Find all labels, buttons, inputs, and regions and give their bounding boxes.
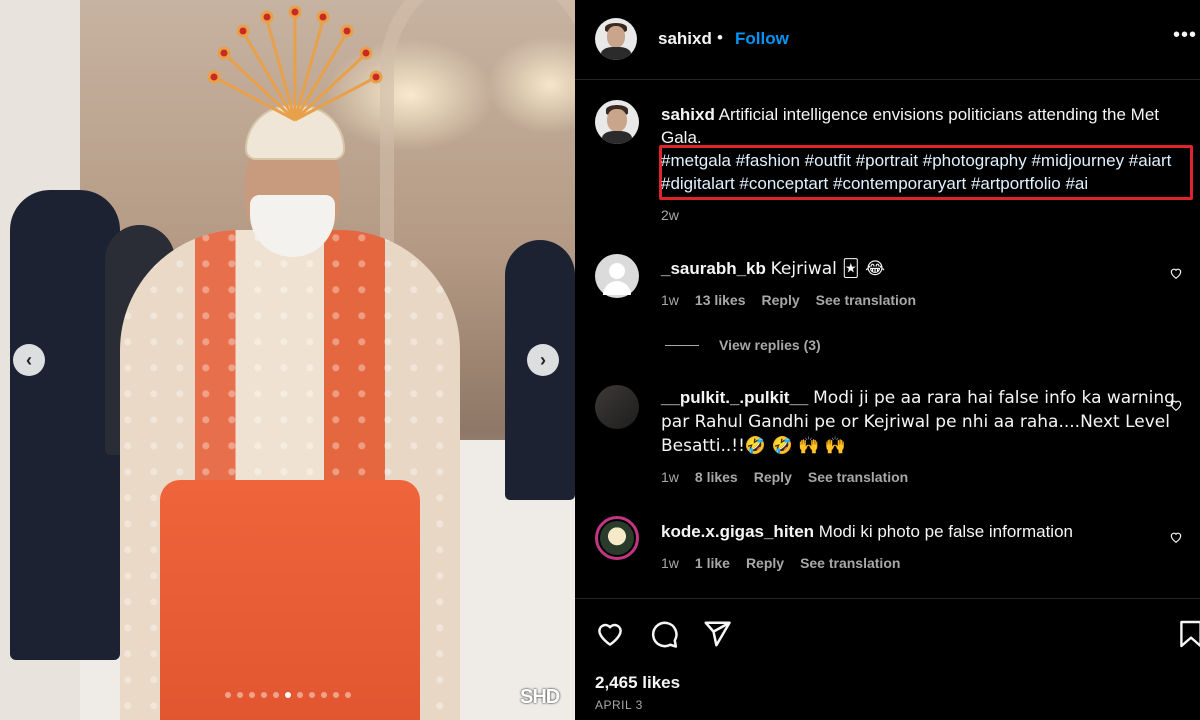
comment-body: Kejriwal 🃏 😂 — [770, 259, 885, 279]
view-replies-label: View replies (3) — [719, 337, 821, 353]
action-bar — [575, 598, 1200, 720]
comment-time[interactable]: 1w — [661, 555, 679, 571]
carousel-dot — [333, 692, 339, 698]
carousel-dot — [261, 692, 267, 698]
chevron-left-icon: ‹ — [26, 349, 32, 370]
header-separator: • — [717, 28, 723, 47]
see-translation-button[interactable]: See translation — [816, 292, 916, 308]
comment-reply-button[interactable]: Reply — [762, 292, 800, 308]
carousel-dot — [345, 692, 351, 698]
carousel-dot — [237, 692, 243, 698]
chevron-right-icon: › — [540, 349, 546, 370]
comment-reply-button[interactable]: Reply — [754, 469, 792, 485]
comment-like-icon[interactable] — [1169, 398, 1183, 412]
see-translation-button[interactable]: See translation — [808, 469, 908, 485]
media-figure-skirt — [160, 480, 420, 720]
comment-username[interactable]: _saurabh_kb — [661, 259, 766, 278]
carousel-dot — [273, 692, 279, 698]
comment-like-icon[interactable] — [1169, 266, 1183, 280]
carousel-dot — [285, 692, 291, 698]
carousel-dot — [297, 692, 303, 698]
comment-like-icon[interactable] — [1169, 530, 1183, 544]
comment-likes[interactable]: 13 likes — [695, 292, 746, 308]
share-icon[interactable] — [702, 619, 732, 649]
comment-reply-button[interactable]: Reply — [746, 555, 784, 571]
comment-time[interactable]: 1w — [661, 469, 679, 485]
media-crown — [207, 5, 383, 122]
caption: sahixd Artificial intelligence envisions… — [661, 103, 1181, 149]
comment-avatar[interactable] — [595, 254, 639, 298]
media-person-left — [10, 190, 120, 660]
caption-username[interactable]: sahixd — [661, 105, 715, 124]
author-username[interactable]: sahixd — [658, 29, 712, 49]
follow-button[interactable]: Follow — [735, 29, 789, 49]
more-options-button[interactable]: ••• — [1173, 24, 1197, 47]
comment-text: _saurabh_kb Kejriwal 🃏 😂 — [661, 257, 1181, 281]
comment-likes[interactable]: 8 likes — [695, 469, 738, 485]
comment-text: __pulkit._.pulkit__ Modi ji pe aa rara h… — [661, 386, 1181, 458]
caption-hashtags[interactable]: #metgala #fashion #outfit #portrait #pho… — [661, 149, 1191, 195]
comment-meta: 1w 8 likes Reply See translation — [661, 469, 908, 485]
post-viewer: ‹ › SHD sahixd • Follow ••• sahixd Artif… — [0, 0, 1200, 720]
replies-divider — [665, 344, 699, 346]
view-replies-button[interactable]: View replies (3) — [665, 337, 821, 353]
caption-timestamp[interactable]: 2w — [661, 207, 679, 223]
carousel-dot — [225, 692, 231, 698]
post-details-panel: sahixd • Follow ••• sahixd Artificial in… — [575, 0, 1200, 720]
comment-username[interactable]: __pulkit._.pulkit__ — [661, 388, 808, 407]
post-media[interactable]: ‹ › SHD — [0, 0, 575, 720]
comment-meta: 1w 1 like Reply See translation — [661, 555, 900, 571]
author-avatar[interactable] — [595, 18, 637, 60]
comment-username[interactable]: kode.x.gigas_hiten — [661, 522, 814, 541]
carousel-dot — [321, 692, 327, 698]
comment-time[interactable]: 1w — [661, 292, 679, 308]
comment-icon[interactable] — [649, 619, 679, 649]
like-count[interactable]: 2,465 likes — [595, 673, 680, 693]
caption-text: Artificial intelligence envisions politi… — [661, 105, 1160, 147]
comment-body: Modi ki photo pe false information — [818, 522, 1073, 541]
post-header: sahixd • Follow ••• — [575, 0, 1200, 80]
comment-likes[interactable]: 1 like — [695, 555, 730, 571]
carousel-dot — [249, 692, 255, 698]
carousel-next-button[interactable]: › — [527, 344, 559, 376]
carousel-prev-button[interactable]: ‹ — [13, 344, 45, 376]
post-date: APRIL 3 — [595, 698, 643, 712]
comment-avatar[interactable] — [595, 385, 639, 429]
save-icon[interactable] — [1179, 619, 1200, 649]
heart-icon[interactable] — [595, 619, 625, 649]
comment-text: kode.x.gigas_hiten Modi ki photo pe fals… — [661, 520, 1181, 544]
comment-meta: 1w 13 likes Reply See translation — [661, 292, 916, 308]
comment-avatar[interactable] — [595, 516, 639, 560]
caption-avatar[interactable] — [595, 100, 639, 144]
carousel-dot — [309, 692, 315, 698]
see-translation-button[interactable]: See translation — [800, 555, 900, 571]
more-icon: ••• — [1173, 24, 1198, 46]
media-watermark: SHD — [520, 686, 560, 708]
carousel-indicator — [225, 692, 351, 698]
